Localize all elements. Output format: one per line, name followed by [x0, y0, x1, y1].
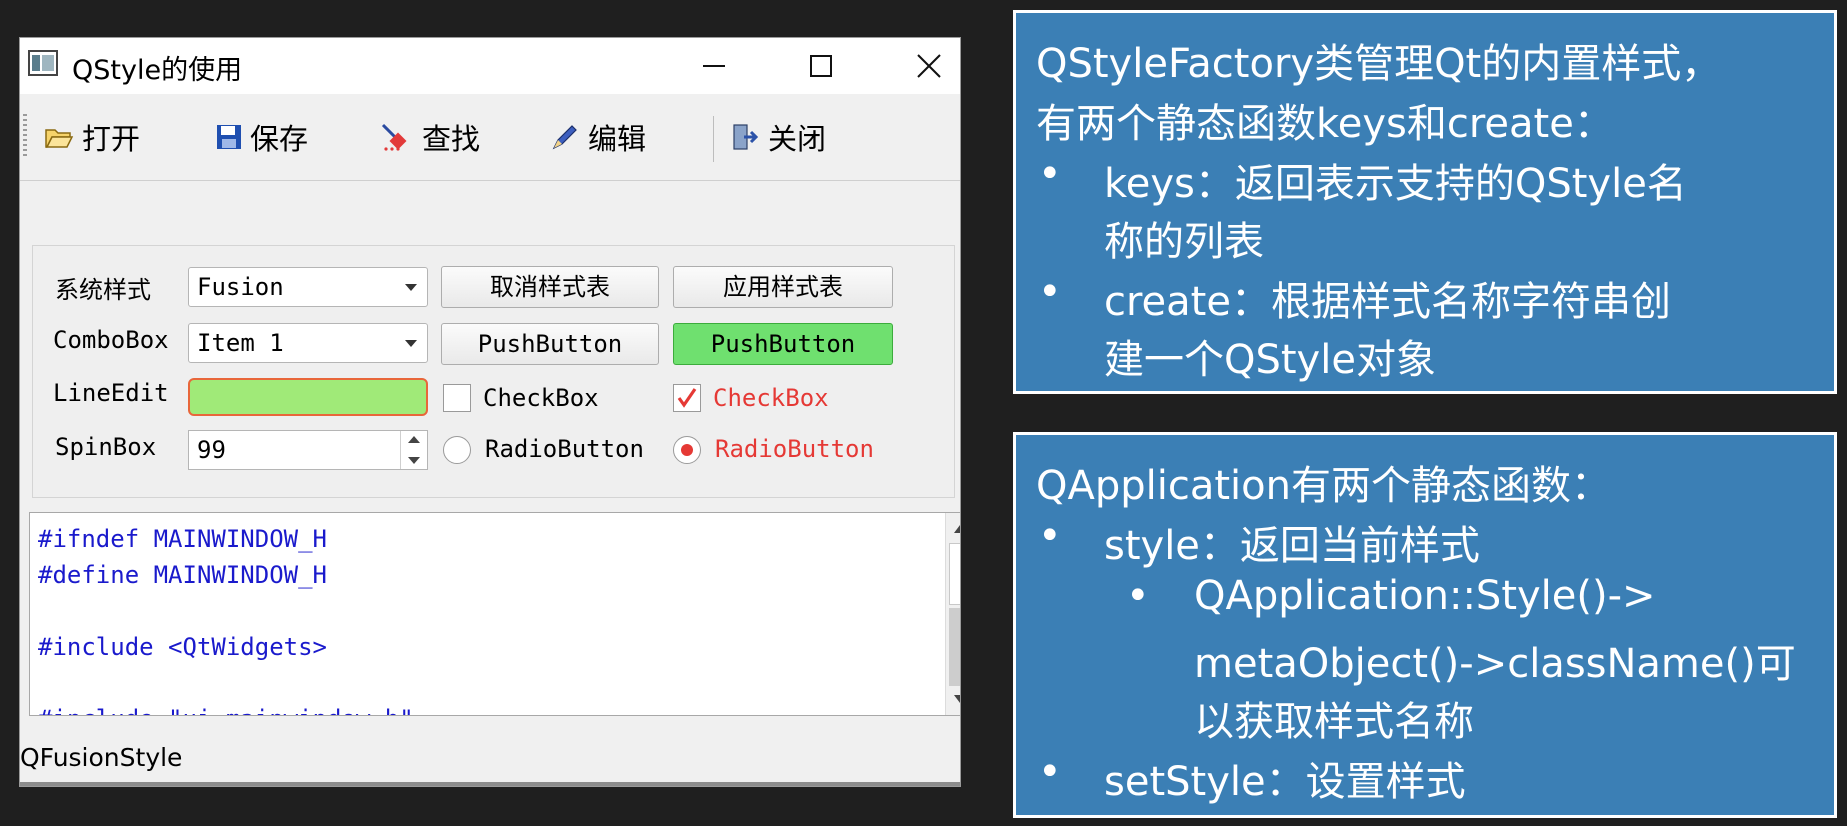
radio-default[interactable]	[443, 436, 471, 464]
chevron-down-icon	[405, 284, 417, 291]
close-button[interactable]	[900, 44, 956, 88]
window-title: QStyle的使用	[72, 55, 243, 86]
exit-door-icon	[733, 124, 759, 150]
floppy-disk-icon	[217, 125, 241, 149]
toolbar-save-button[interactable]: 保存	[216, 114, 308, 160]
push-button-default[interactable]: PushButton	[441, 323, 659, 365]
spin-up-icon[interactable]	[408, 436, 420, 443]
bullet-icon: •	[1038, 151, 1062, 197]
slide2-line1: QApplication有两个静态函数：	[1036, 463, 1611, 509]
toolbar: 打开 保存 查找 编辑 关闭	[20, 94, 960, 181]
slide1-keys-line1: keys：返回表示支持的QStyle名	[1104, 161, 1687, 207]
scroll-thumb[interactable]	[949, 543, 960, 605]
chevron-down-icon	[405, 340, 417, 347]
code-line: #define MAINWINDOW_H	[38, 561, 327, 589]
close-icon	[917, 54, 941, 78]
widget-panel: 系统样式 Fusion 取消样式表 应用样式表 ComboBox Item 1 …	[32, 245, 955, 498]
spin-box-buttons[interactable]	[400, 431, 427, 469]
radio-selected-dot	[681, 444, 693, 456]
checkbox-styled[interactable]	[673, 384, 701, 412]
toolbar-edit-button[interactable]: 编辑	[550, 114, 646, 160]
item-combobox[interactable]: Item 1	[188, 323, 428, 363]
code-line: #include "ui_mainwindow.h"	[38, 705, 414, 715]
combobox-label: ComboBox	[53, 326, 169, 354]
radio-styled-label: RadioButton	[715, 435, 874, 463]
system-style-label: 系统样式	[55, 276, 151, 304]
vertical-scrollbar[interactable]	[945, 513, 960, 715]
bullet-icon: •	[1038, 749, 1062, 795]
scroll-up-icon[interactable]	[954, 525, 960, 533]
bullet-icon: •	[1038, 269, 1062, 315]
pen-icon	[552, 125, 577, 150]
checkbox-default[interactable]	[443, 384, 471, 412]
toolbar-find-label: 查找	[422, 122, 481, 156]
slide1-create-line1: create：根据样式名称字符串创	[1104, 279, 1671, 325]
radio-styled[interactable]	[673, 436, 701, 464]
slide1-keys-line2: 称的列表	[1104, 219, 1264, 265]
minimize-icon	[703, 65, 725, 67]
spinbox-label: SpinBox	[55, 433, 157, 461]
slide2-sub-line2: metaObject()->className()可	[1194, 641, 1796, 687]
bullet-icon: •	[1038, 513, 1062, 559]
slide2-setstyle-line: setStyle：设置样式	[1104, 759, 1466, 805]
folder-open-icon	[45, 129, 74, 148]
status-text: QFusionStyle	[20, 743, 183, 772]
item-combobox-value: Item 1	[197, 329, 284, 357]
style-combobox[interactable]: Fusion	[188, 267, 428, 307]
slide2-sub-line3: 以获取样式名称	[1194, 699, 1474, 745]
toolbar-close-label: 关闭	[768, 122, 827, 156]
slide2-style-line: style：返回当前样式	[1104, 523, 1480, 569]
checkbox-styled-label: CheckBox	[713, 384, 829, 412]
line-edit[interactable]	[188, 378, 428, 416]
toolbar-open-label: 打开	[82, 122, 141, 156]
find-icon	[381, 123, 407, 151]
spin-down-icon[interactable]	[408, 457, 420, 464]
code-line: #include <QtWidgets>	[38, 633, 327, 661]
slide1-line1: QStyleFactory类管理Qt的内置样式，	[1036, 41, 1722, 87]
title-bar[interactable]: QStyle的使用	[20, 38, 960, 94]
toolbar-close-button[interactable]: 关闭	[730, 114, 826, 160]
maximize-button[interactable]	[792, 44, 848, 88]
app-icon	[28, 50, 58, 76]
toolbar-edit-label: 编辑	[588, 122, 647, 156]
toolbar-open-button[interactable]: 打开	[44, 114, 140, 160]
slide1-create-line2: 建一个QStyle对象	[1104, 337, 1436, 383]
toolbar-find-button[interactable]: 查找	[380, 114, 480, 160]
slide1-line2: 有两个静态函数keys和create：	[1036, 101, 1614, 147]
status-bar-border	[20, 782, 960, 786]
toolbar-separator	[713, 116, 714, 162]
code-editor[interactable]: #ifndef MAINWINDOW_H #define MAINWINDOW_…	[29, 512, 960, 716]
lineedit-label: LineEdit	[53, 379, 169, 407]
bullet-icon: •	[1126, 573, 1150, 619]
maximize-icon	[810, 55, 832, 77]
cancel-stylesheet-button[interactable]: 取消样式表	[441, 266, 659, 308]
push-button-styled[interactable]: PushButton	[673, 323, 893, 365]
slide-box-qapplication: QApplication有两个静态函数： • style：返回当前样式 • QA…	[1013, 432, 1837, 818]
scroll-down-icon[interactable]	[954, 695, 960, 703]
code-line: #ifndef MAINWINDOW_H	[38, 525, 327, 553]
scroll-track[interactable]	[949, 608, 960, 686]
radio-default-label: RadioButton	[485, 435, 644, 463]
checkmark-icon	[677, 388, 697, 408]
checkbox-default-label: CheckBox	[483, 384, 599, 412]
main-window: QStyle的使用 打开 保存 查找 编辑 关闭 系统样式 Fusion 取消样…	[19, 37, 961, 787]
style-combobox-value: Fusion	[197, 273, 284, 301]
spin-box-value: 99	[197, 436, 226, 464]
toolbar-save-label: 保存	[250, 122, 309, 156]
spin-box[interactable]: 99	[188, 430, 428, 470]
slide-box-qstylefactory: QStyleFactory类管理Qt的内置样式， 有两个静态函数keys和cre…	[1013, 10, 1837, 394]
toolbar-grip[interactable]	[23, 114, 27, 158]
minimize-button[interactable]	[685, 44, 741, 88]
slide2-sub-line1: QApplication::Style()->	[1194, 573, 1656, 619]
apply-stylesheet-button[interactable]: 应用样式表	[673, 266, 893, 308]
